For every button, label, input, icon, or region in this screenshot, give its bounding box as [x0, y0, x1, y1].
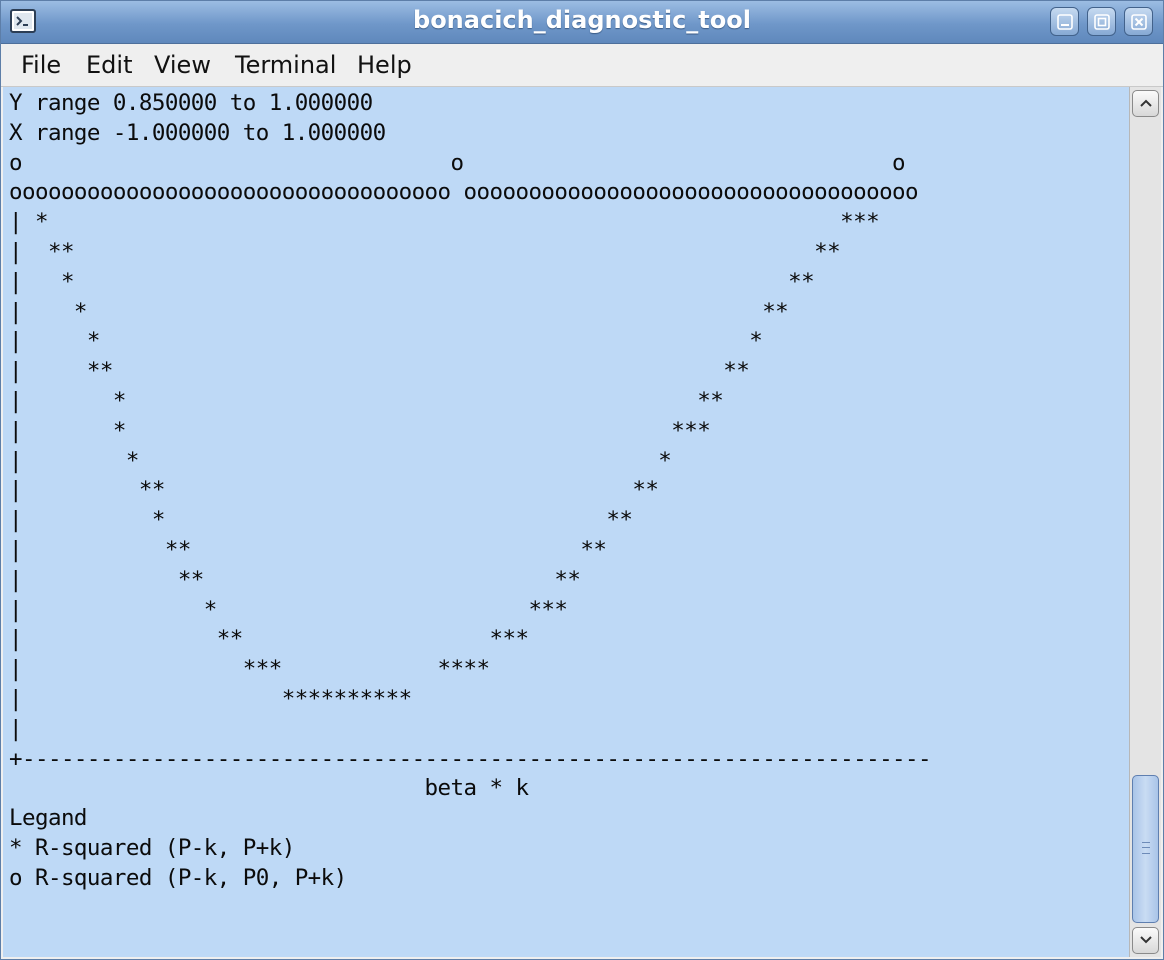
- terminal-line: Y range 0.850000 to 1.000000: [9, 90, 373, 116]
- terminal-line: * R-squared (P-k, P+k): [9, 834, 295, 861]
- close-icon: [1131, 14, 1147, 30]
- terminal-line: | * *: [9, 447, 672, 474]
- menu-bar: File Edit View Terminal Help: [1, 44, 1163, 87]
- terminal-line: | ** **: [9, 477, 659, 504]
- terminal-line: | * ***: [9, 417, 711, 444]
- scroll-down-button[interactable]: [1132, 927, 1159, 954]
- close-button[interactable]: [1124, 7, 1153, 36]
- terminal-line: | * ***: [9, 209, 880, 236]
- terminal-line: oooooooooooooooooooooooooooooooooo ooooo…: [9, 179, 919, 206]
- terminal-window: bonacich_diagnostic_tool File Edit View …: [0, 0, 1164, 960]
- window-title: bonacich_diagnostic_tool: [413, 6, 751, 34]
- maximize-icon: [1094, 14, 1110, 30]
- scrollbar-thumb[interactable]: [1132, 775, 1159, 923]
- minimize-icon: [1057, 14, 1073, 30]
- chevron-down-icon: [1140, 936, 1152, 944]
- title-bar[interactable]: bonacich_diagnostic_tool: [1, 1, 1163, 44]
- terminal-line: | * ***: [9, 596, 568, 623]
- terminal-line: | * *: [9, 328, 763, 355]
- terminal-line: +---------------------------------------…: [9, 745, 932, 772]
- terminal-line: | ** **: [9, 238, 841, 265]
- scroll-up-button[interactable]: [1132, 90, 1159, 117]
- terminal-text: Y range 0.850000 to 1.000000 X range -1.…: [9, 89, 932, 894]
- terminal-line: o o o: [9, 149, 906, 176]
- terminal-line: o R-squared (P-k, P0, P+k): [9, 864, 347, 891]
- vertical-scrollbar[interactable]: [1129, 87, 1161, 957]
- terminal-line: Legand: [9, 805, 87, 832]
- terminal-line: | * **: [9, 298, 789, 325]
- minimize-button[interactable]: [1050, 7, 1079, 36]
- chevron-up-icon: [1140, 99, 1152, 107]
- maximize-button[interactable]: [1087, 7, 1116, 36]
- terminal-output-area[interactable]: Y range 0.850000 to 1.000000 X range -1.…: [3, 87, 1129, 957]
- terminal-line: |: [9, 715, 23, 742]
- terminal-line: | * **: [9, 387, 724, 414]
- terminal-line: | ** **: [9, 358, 750, 385]
- terminal-line: | * **: [9, 268, 815, 295]
- menu-view[interactable]: View: [152, 51, 213, 79]
- menu-help[interactable]: Help: [355, 51, 414, 79]
- terminal-line: | **********: [9, 685, 412, 712]
- terminal-line: X range -1.000000 to 1.000000: [9, 119, 386, 146]
- menu-file[interactable]: File: [19, 51, 63, 79]
- terminal-line: beta * k: [9, 775, 529, 802]
- terminal-line: | ** ***: [9, 626, 529, 653]
- menu-terminal[interactable]: Terminal: [233, 51, 338, 79]
- grip-icon: [1142, 842, 1150, 854]
- terminal-line: | ** **: [9, 566, 581, 593]
- terminal-line: | * **: [9, 507, 633, 534]
- menu-edit[interactable]: Edit: [84, 51, 134, 79]
- terminal-line: | ** **: [9, 536, 607, 563]
- terminal-line: | *** ****: [9, 656, 490, 683]
